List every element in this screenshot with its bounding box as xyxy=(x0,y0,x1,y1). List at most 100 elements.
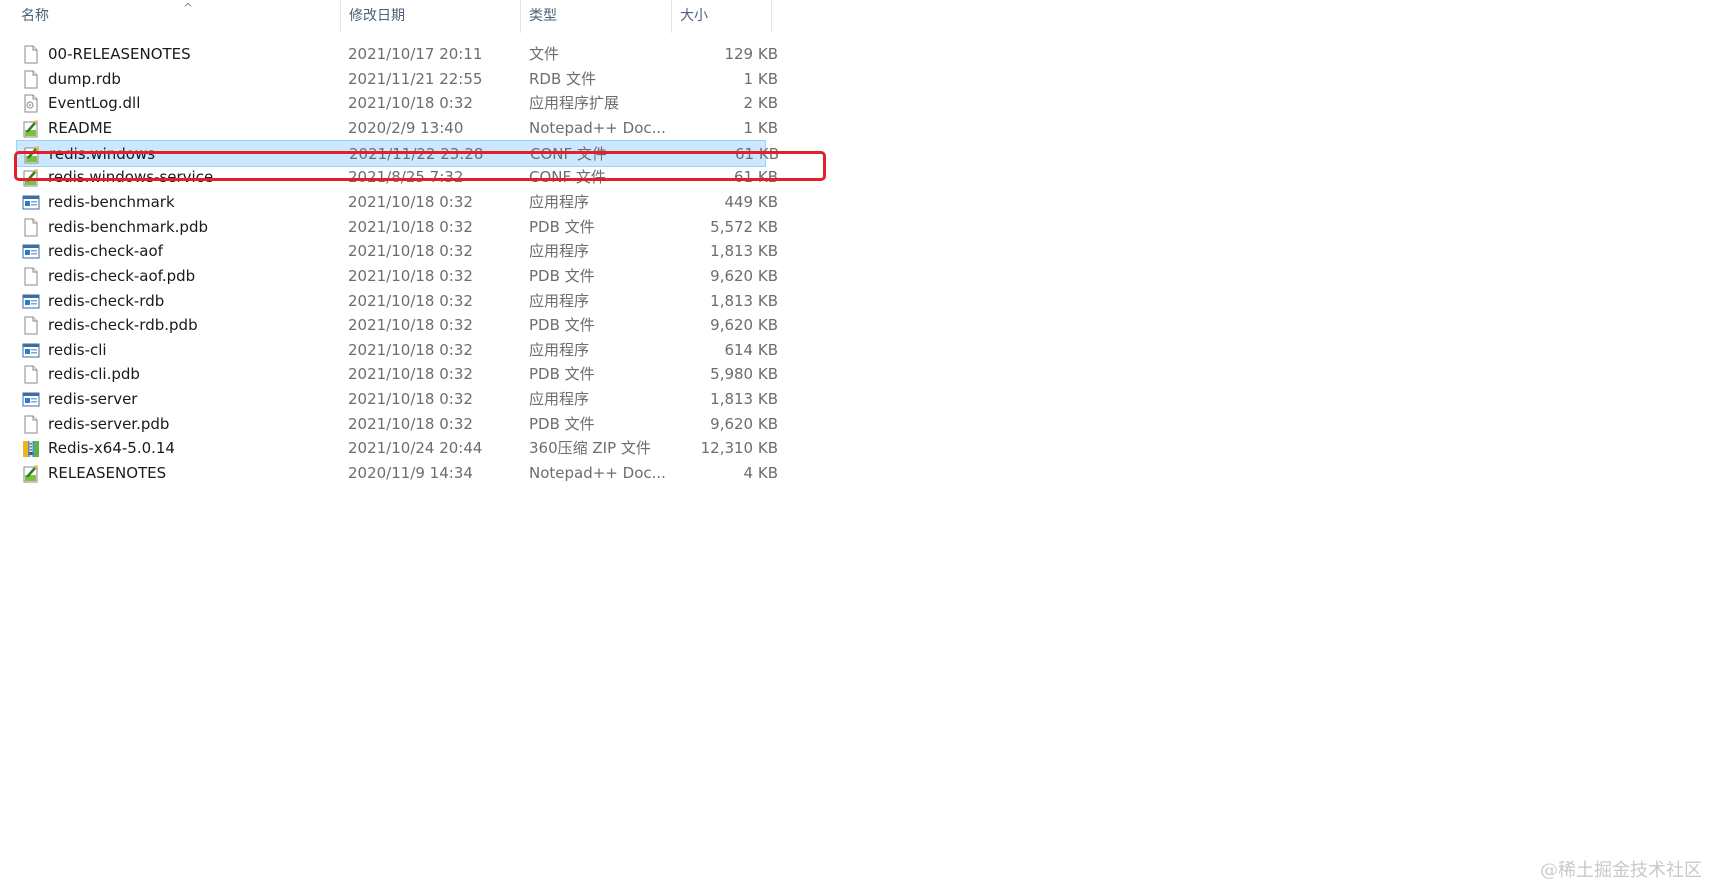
column-header-type-label: 类型 xyxy=(529,8,557,24)
file-name: RELEASENOTES xyxy=(48,464,167,483)
file-size: 4 KB xyxy=(743,464,778,483)
column-header-type[interactable]: 类型 xyxy=(521,0,672,33)
file-date-modified: 2021/10/18 0:32 xyxy=(348,316,473,335)
file-name: redis-server xyxy=(48,390,138,409)
blank-file-icon xyxy=(22,45,40,64)
file-type: Notepad++ Doc... xyxy=(529,118,666,137)
application-icon xyxy=(22,193,40,212)
file-row[interactable]: dump.rdb 2021/11/21 22:55 RDB 文件 1 KB xyxy=(16,66,778,93)
file-type: PDB 文件 xyxy=(529,217,595,236)
file-name: README xyxy=(48,118,113,137)
blank-file-icon xyxy=(22,365,40,384)
blank-file-icon xyxy=(22,70,40,89)
file-name: redis-check-rdb.pdb xyxy=(48,316,198,335)
application-icon xyxy=(22,390,40,409)
file-row[interactable]: redis.windows-service 2021/8/25 7:32 CONF … xyxy=(16,164,778,191)
notepad-plus-plus-file-icon xyxy=(23,145,41,164)
dll-file-icon xyxy=(22,94,40,113)
file-size: 9,620 KB xyxy=(710,316,778,335)
file-row[interactable]: redis-benchmark 2021/10/18 0:32 应用程序 449 KB xyxy=(16,189,778,216)
file-row-selected[interactable]: redis.windows 2021/11/22 23:28 CONF 文件 61 K… xyxy=(16,139,779,167)
application-icon xyxy=(22,292,40,311)
file-date-modified: 2021/10/18 0:32 xyxy=(348,340,473,359)
file-date-modified: 2021/11/21 22:55 xyxy=(348,69,483,88)
file-row[interactable]: RELEASENOTES 2020/11/9 14:34 Notepad++ Doc… xyxy=(16,460,778,487)
file-type: PDB 文件 xyxy=(529,266,595,285)
file-type: CONF 文件 xyxy=(529,168,606,187)
file-date-modified: 2021/10/17 20:11 xyxy=(348,45,483,63)
file-size: 614 KB xyxy=(724,340,778,359)
blank-file-icon xyxy=(22,218,40,237)
file-type: 应用程序扩展 xyxy=(529,94,620,113)
file-date-modified: 2020/2/9 13:40 xyxy=(348,118,464,137)
column-header-name[interactable]: 名称 ^ xyxy=(13,0,341,33)
file-size: 1,813 KB xyxy=(710,390,778,409)
file-type: 应用程序 xyxy=(529,340,590,359)
file-size: 1,813 KB xyxy=(710,242,778,261)
file-type: PDB 文件 xyxy=(529,316,595,335)
file-row[interactable]: Redis-x64-5.0.14 2021/10/24 20:44 360压缩 ZI… xyxy=(16,435,778,462)
file-row[interactable]: EventLog.dll 2021/10/18 0:32 应用程序扩展 2 KB xyxy=(16,90,778,117)
file-date-modified: 2021/10/18 0:32 xyxy=(348,414,473,433)
file-row[interactable]: 00-RELEASENOTES 2021/10/17 20:11 文件 129 KB xyxy=(16,41,778,68)
file-date-modified: 2021/8/25 7:32 xyxy=(348,168,464,187)
file-row[interactable]: redis-check-aof 2021/10/18 0:32 应用程序 1,813 … xyxy=(16,238,778,265)
file-name: Redis-x64-5.0.14 xyxy=(48,439,175,458)
file-date-modified: 2020/11/9 14:34 xyxy=(348,464,473,483)
file-row[interactable]: redis-check-rdb.pdb 2021/10/18 0:32 PDB 文件… xyxy=(16,312,778,339)
file-row[interactable]: redis-server 2021/10/18 0:32 应用程序 1,813 KB xyxy=(16,386,778,413)
file-row[interactable]: redis-check-aof.pdb 2021/10/18 0:32 PDB 文件… xyxy=(16,263,778,290)
file-name: redis-benchmark xyxy=(48,192,175,211)
file-name: redis.windows-service xyxy=(48,168,214,187)
file-row[interactable]: redis-check-rdb 2021/10/18 0:32 应用程序 1,813 … xyxy=(16,288,778,315)
file-date-modified: 2021/10/18 0:32 xyxy=(348,217,473,236)
file-type: PDB 文件 xyxy=(529,414,595,433)
column-header-date-label: 修改日期 xyxy=(349,8,405,24)
column-header-size[interactable]: 大小 xyxy=(672,0,772,33)
file-date-modified: 2021/10/18 0:32 xyxy=(348,266,473,285)
file-type: 应用程序 xyxy=(529,291,590,310)
file-date-modified: 2021/10/18 0:32 xyxy=(348,291,473,310)
file-date-modified: 2021/10/18 0:32 xyxy=(348,390,473,409)
file-size: 129 KB xyxy=(724,45,778,63)
file-row[interactable]: redis-benchmark.pdb 2021/10/18 0:32 PDB 文件… xyxy=(16,214,778,241)
file-date-modified: 2021/10/24 20:44 xyxy=(348,439,483,458)
file-name: redis-server.pdb xyxy=(48,414,170,433)
column-header-size-label: 大小 xyxy=(680,8,708,24)
file-size: 1 KB xyxy=(743,118,778,137)
blank-file-icon xyxy=(22,415,40,434)
file-name: dump.rdb xyxy=(48,69,121,88)
notepad-plus-plus-file-icon xyxy=(22,119,40,138)
notepad-plus-plus-file-icon xyxy=(22,464,40,483)
application-icon xyxy=(22,242,40,261)
column-divider[interactable] xyxy=(771,0,772,33)
file-size: 1 KB xyxy=(743,69,778,88)
file-name: redis-check-aof.pdb xyxy=(48,266,196,285)
watermark: @稀土掘金技术社区 xyxy=(1540,860,1702,881)
file-type: 应用程序 xyxy=(529,390,590,409)
file-row[interactable]: redis-cli 2021/10/18 0:32 应用程序 614 KB xyxy=(16,337,778,364)
file-size: 2 KB xyxy=(743,94,778,113)
file-name: redis-cli xyxy=(48,340,107,359)
file-name: redis-check-aof xyxy=(48,242,163,261)
file-size: 12,310 KB xyxy=(700,439,778,458)
file-size: 61 KB xyxy=(734,168,778,187)
application-icon xyxy=(22,341,40,360)
file-size: 5,572 KB xyxy=(710,217,778,236)
file-row[interactable]: README 2020/2/9 13:40 Notepad++ Doc... 1 KB xyxy=(16,115,778,142)
file-row[interactable]: redis-server.pdb 2021/10/18 0:32 PDB 文件 9,6… xyxy=(16,411,778,438)
file-size: 9,620 KB xyxy=(710,266,778,285)
file-date-modified: 2021/10/18 0:32 xyxy=(348,192,473,211)
blank-file-icon xyxy=(22,316,40,335)
file-size: 1,813 KB xyxy=(710,291,778,310)
file-type: 文件 xyxy=(529,45,560,63)
file-date-modified: 2021/10/18 0:32 xyxy=(348,365,473,384)
file-explorer-list-view: 名称 ^ 修改日期 类型 大小 00-RELEASENOTES 2021/10/1… xyxy=(0,0,1720,886)
file-type: Notepad++ Doc... xyxy=(529,464,666,483)
file-type: PDB 文件 xyxy=(529,365,595,384)
file-row[interactable]: redis-cli.pdb 2021/10/18 0:32 PDB 文件 5,980 … xyxy=(16,361,778,388)
file-size: 449 KB xyxy=(724,192,778,211)
column-header-date-modified[interactable]: 修改日期 xyxy=(341,0,521,33)
blank-file-icon xyxy=(22,267,40,286)
zip-archive-icon xyxy=(22,439,40,458)
